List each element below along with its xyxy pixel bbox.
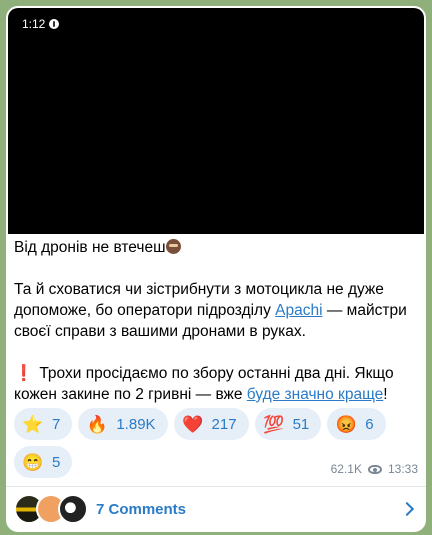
- apachi-link[interactable]: Apachi: [275, 302, 322, 319]
- angry-face-icon: 😡: [335, 414, 357, 434]
- reaction-heart[interactable]: ❤️ 217: [173, 408, 249, 440]
- comments-label[interactable]: 7 Comments: [96, 501, 402, 518]
- reaction-star[interactable]: ⭐ 7: [14, 408, 73, 440]
- reaction-fire[interactable]: 🔥 1.89K: [78, 408, 168, 440]
- message-meta: 62.1K 13:33: [331, 462, 418, 476]
- reaction-hundred[interactable]: 💯 51: [254, 408, 322, 440]
- emoji-face-icon: [165, 239, 181, 254]
- video-player[interactable]: 1:12: [8, 8, 424, 234]
- view-count: 62.1K: [330, 462, 362, 476]
- message-bubble: 1:12 Від дронів не втечеш Та й сховатися…: [6, 6, 426, 532]
- fire-icon: 🔥: [86, 414, 108, 434]
- hundred-icon: 💯: [262, 414, 285, 434]
- video-duration: 1:12: [22, 17, 46, 31]
- grin-face-icon: 😁: [22, 452, 44, 472]
- exclamation-icon: ❗: [14, 365, 34, 382]
- message-time: 13:33: [387, 462, 418, 476]
- heart-icon: ❤️: [181, 414, 204, 434]
- reaction-count: 5: [52, 453, 61, 471]
- reaction-angry[interactable]: 😡 6: [327, 408, 386, 440]
- commenter-avatars: [14, 494, 92, 524]
- chevron-right-icon: [399, 501, 415, 517]
- reaction-count: 7: [52, 415, 61, 433]
- eye-icon: [367, 464, 382, 474]
- reaction-grin[interactable]: 😁 5: [14, 446, 73, 478]
- muted-icon: [49, 19, 60, 29]
- text-paragraph-3: ❗ Трохи просідаємо по збору останні два д…: [14, 363, 416, 405]
- comments-row[interactable]: 7 Comments: [14, 490, 418, 528]
- reaction-count: 1.89K: [116, 415, 156, 433]
- paragraph-3-text-end: !: [383, 386, 388, 403]
- donate-link[interactable]: буде значно краще: [247, 386, 383, 403]
- reaction-count: 6: [365, 415, 374, 433]
- star-icon: ⭐: [22, 414, 44, 434]
- text-line-1: Від дронів не втечеш: [14, 237, 416, 258]
- reaction-count: 51: [292, 415, 310, 433]
- reaction-count: 217: [211, 415, 237, 433]
- text-paragraph-2: Та й сховатися чи зістрибнути з мотоцикл…: [14, 279, 416, 342]
- text-line-1-content: Від дронів не втечеш: [14, 239, 166, 256]
- message-text: Від дронів не втечеш Та й сховатися чи з…: [14, 237, 416, 426]
- video-duration-badge: 1:12: [14, 14, 68, 34]
- divider: [6, 486, 426, 487]
- avatar: [58, 494, 88, 524]
